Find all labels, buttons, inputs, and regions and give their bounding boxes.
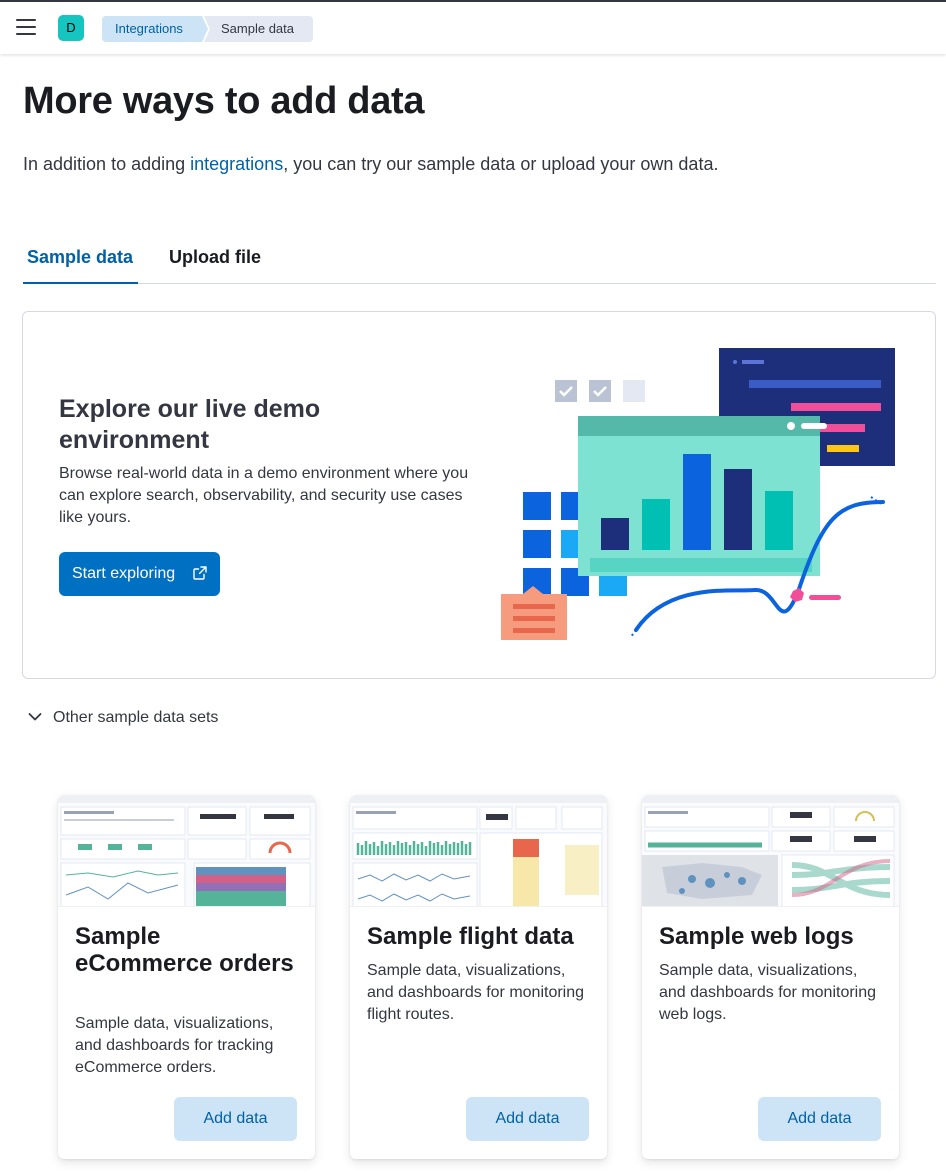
web-logs-dashboard-thumbnail [642, 795, 899, 907]
demo-title: Explore our live demo environment [59, 395, 321, 454]
menu-icon[interactable] [16, 19, 36, 37]
tab-sample-data[interactable]: Sample data [23, 238, 138, 284]
add-data-button-web-logs[interactable]: Add data [758, 1097, 881, 1141]
demo-environment-panel: Explore our live demo environment Browse… [22, 311, 936, 679]
tab-upload-file[interactable]: Upload file [169, 238, 261, 284]
tab-bar: Sample data Upload file [23, 238, 936, 284]
breadcrumb-integrations[interactable]: Integrations [102, 16, 208, 42]
start-exploring-button[interactable]: Start exploring [59, 552, 220, 596]
card-description: Sample data, visualizations, and dashboa… [75, 1015, 274, 1076]
breadcrumb-sample-data: Sample data [204, 16, 313, 42]
integrations-link[interactable]: integrations [190, 154, 283, 174]
add-data-button-ecommerce[interactable]: Add data [174, 1097, 297, 1141]
top-header: D Integrations Sample data [0, 0, 946, 54]
flights-dashboard-thumbnail [350, 795, 607, 907]
card-flights: Sample flight data Sample data, visualiz… [350, 795, 607, 1159]
demo-illustration [501, 348, 895, 640]
card-title: Sample eCommerce orders [75, 923, 294, 977]
space-avatar[interactable]: D [58, 15, 84, 41]
external-link-icon [193, 566, 207, 580]
intro-text-after: , you can try our sample data or upload … [283, 154, 719, 174]
card-ecommerce: Sample eCommerce orders Sample data, vis… [58, 795, 315, 1159]
card-title: Sample flight data [367, 923, 574, 950]
add-data-button-flights[interactable]: Add data [466, 1097, 589, 1141]
card-web-logs: Sample web logs Sample data, visualizati… [642, 795, 899, 1159]
other-sample-data-label: Other sample data sets [53, 709, 219, 726]
page-intro: In addition to adding integrations, you … [23, 151, 743, 178]
demo-description: Browse real-world data in a demo environ… [59, 465, 469, 526]
card-description: Sample data, visualizations, and dashboa… [659, 962, 877, 1023]
chevron-down-icon [28, 713, 42, 721]
intro-text-before: In addition to adding [23, 154, 191, 174]
ecommerce-dashboard-thumbnail [58, 795, 315, 907]
card-title: Sample web logs [659, 923, 854, 950]
page-title: More ways to add data [23, 80, 425, 122]
card-description: Sample data, visualizations, and dashboa… [367, 962, 585, 1023]
start-exploring-label: Start exploring [72, 565, 176, 582]
